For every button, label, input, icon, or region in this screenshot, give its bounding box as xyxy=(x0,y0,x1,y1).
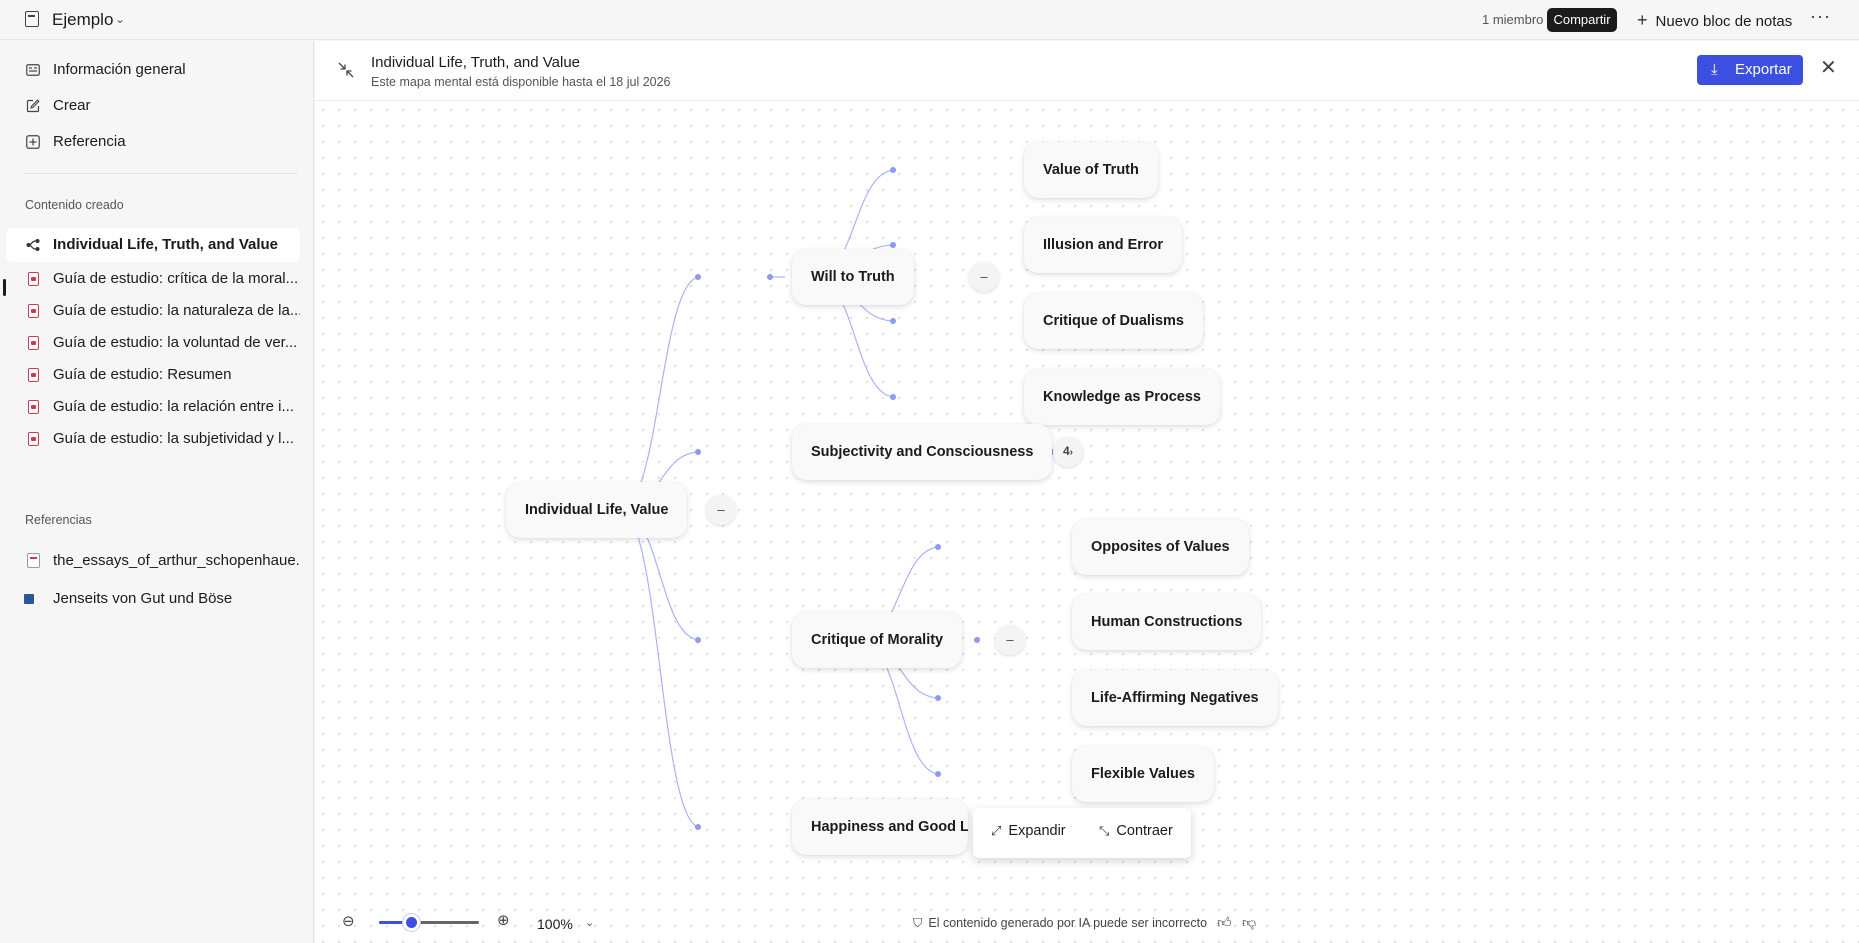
study-guide-icon xyxy=(28,368,39,382)
notebook-icon xyxy=(25,11,39,27)
plus-icon: + xyxy=(1637,10,1648,30)
add-reference-icon xyxy=(26,135,40,149)
top-bar: Ejemplo ⌄ 1 miembro Compartir + Nuevo blo… xyxy=(0,0,1859,40)
sidebar-item-label: Guía de estudio: Resumen xyxy=(53,366,232,383)
study-guide-icon xyxy=(28,336,39,350)
expand-all-button[interactable]: ⤢ Expandir xyxy=(991,823,1066,839)
sidebar-item-label: the_essays_of_arthur_schopenhaue... xyxy=(53,552,300,569)
hidden-children-count: 4 xyxy=(1062,444,1070,458)
close-icon[interactable]: ✕ xyxy=(1820,55,1837,80)
mindmap-node[interactable]: Subjectivity and Consciousness xyxy=(792,424,1053,480)
sidebar-item-study-guide[interactable]: Guía de estudio: Resumen xyxy=(0,358,300,392)
collapse-icon: ⤡ xyxy=(1099,823,1110,838)
sidebar-item-label: Guía de estudio: la relación entre i... xyxy=(53,398,294,415)
sidebar-item-label: Guía de estudio: la naturaleza de la... xyxy=(53,302,300,319)
sidebar-item-reference[interactable]: Referencia xyxy=(0,125,300,159)
sidebar-item-label: Individual Life, Truth, and Value xyxy=(53,236,279,253)
mindmap-node[interactable]: Critique of Dualisms xyxy=(1024,293,1203,349)
sidebar-item-reference-file[interactable]: Jenseits von Gut und Böse xyxy=(0,582,300,616)
sidebar-item-label: Jenseits von Gut und Böse xyxy=(53,590,233,607)
ai-disclaimer-text: El contenido generado por IA puede ser i… xyxy=(928,916,1208,930)
mindmap-node[interactable]: Life-Affirming Negatives xyxy=(1072,670,1278,726)
mindmap-node[interactable]: Illusion and Error xyxy=(1024,217,1183,273)
sidebar-item-label: Guía de estudio: la subjetividad y l... xyxy=(53,430,294,447)
mindmap-node[interactable]: Happiness and Good Life xyxy=(792,799,968,855)
thumbs-up-icon[interactable]: 👍︎ xyxy=(1217,914,1232,931)
mindmap-node[interactable]: Opposites of Values xyxy=(1072,519,1249,575)
new-notebook-label: Nuevo bloc de notas xyxy=(1655,13,1793,30)
new-notebook-button[interactable]: + Nuevo bloc de notas xyxy=(1627,6,1802,34)
zoom-in-icon[interactable]: ⊕ xyxy=(497,911,510,929)
sidebar-item-label: Referencia xyxy=(53,133,126,150)
shield-icon: ⛉ xyxy=(913,916,923,930)
sidebar-item-study-guide[interactable]: Guía de estudio: crítica de la moral... xyxy=(0,262,300,296)
chevron-down-icon[interactable]: ⌄ xyxy=(585,916,594,929)
share-button[interactable]: Compartir xyxy=(1547,8,1617,32)
mindmap-node[interactable]: Will to Truth xyxy=(792,249,914,305)
overview-icon xyxy=(26,64,40,76)
study-guide-icon xyxy=(28,400,39,414)
study-guide-icon xyxy=(28,272,39,286)
collapse-all-button[interactable]: ⤡ Contraer xyxy=(1099,823,1173,839)
study-guide-icon xyxy=(28,432,39,446)
ai-disclaimer: ⛉ El contenido generado por IA puede ser … xyxy=(913,916,1207,931)
mindmap-availability: Este mapa mental está disponible hasta e… xyxy=(371,75,671,89)
edit-icon xyxy=(26,99,40,113)
sidebar-item-study-guide[interactable]: Guía de estudio: la subjetividad y l... xyxy=(0,422,300,456)
sidebar-item-study-guide[interactable]: Guía de estudio: la naturaleza de la... xyxy=(0,294,300,328)
expand-icon: ⤢ xyxy=(991,823,1002,838)
collapse-panel-icon[interactable] xyxy=(337,61,355,84)
zoom-slider[interactable] xyxy=(379,914,479,931)
mindmap-node[interactable]: Human Constructions xyxy=(1072,594,1262,650)
collapse-label: Contraer xyxy=(1116,823,1173,839)
more-options-icon[interactable]: ··· xyxy=(1810,6,1831,27)
mindmap-node[interactable]: Flexible Values xyxy=(1072,746,1214,802)
chevron-right-icon: › xyxy=(1069,447,1074,458)
download-icon: ⤓ xyxy=(1711,61,1718,78)
mindmap-title: Individual Life, Truth, and Value xyxy=(371,54,581,71)
study-guide-icon xyxy=(28,304,39,318)
mindmap-header: Individual Life, Truth, and Value Este m… xyxy=(315,41,1859,101)
expand-toggle[interactable]: 4› xyxy=(1053,437,1083,467)
mindmap-panel: Individual Life, Truth, and Value Este m… xyxy=(315,41,1859,943)
export-label: Exportar xyxy=(1735,61,1792,78)
references-heading: Referencias xyxy=(25,513,92,527)
notebook-title[interactable]: Ejemplo xyxy=(52,10,113,30)
zoom-level[interactable]: 100% xyxy=(537,916,573,932)
word-file-icon xyxy=(24,591,40,606)
mindmap-node[interactable]: Value of Truth xyxy=(1024,142,1158,198)
sidebar-item-label: Guía de estudio: la voluntad de ver... xyxy=(53,334,298,351)
sidebar-item-create[interactable]: Crear xyxy=(0,89,300,123)
sidebar-item-reference-file[interactable]: the_essays_of_arthur_schopenhaue... xyxy=(0,544,300,578)
created-content-heading: Contenido creado xyxy=(25,198,124,212)
mindmap-node[interactable]: Critique of Morality xyxy=(792,612,963,668)
zoom-slider-thumb[interactable] xyxy=(403,914,420,931)
mindmap-root-node[interactable]: Individual Life, Value xyxy=(506,482,688,538)
collapse-toggle[interactable]: – xyxy=(969,262,999,292)
sidebar-divider xyxy=(24,173,298,174)
sidebar-item-mindmap[interactable]: Individual Life, Truth, and Value xyxy=(6,228,300,262)
sidebar-item-label: Crear xyxy=(53,97,91,114)
sidebar-item-label: Información general xyxy=(53,61,186,78)
export-button[interactable]: ⤓ Exportar xyxy=(1697,55,1803,85)
mindmap-icon xyxy=(26,239,40,251)
members-count[interactable]: 1 miembro xyxy=(1482,12,1543,27)
sidebar-item-overview[interactable]: Información general xyxy=(0,53,300,87)
sidebar-item-study-guide[interactable]: Guía de estudio: la voluntad de ver... xyxy=(0,326,300,360)
chevron-down-icon[interactable]: ⌄ xyxy=(115,12,125,26)
collapse-toggle[interactable]: – xyxy=(995,625,1025,655)
zoom-out-icon[interactable]: ⊖ xyxy=(342,912,355,930)
sidebar-item-study-guide[interactable]: Guía de estudio: la relación entre i... xyxy=(0,390,300,424)
sidebar: Información general Crear Referencia Con… xyxy=(0,41,314,943)
expand-label: Expandir xyxy=(1008,823,1066,839)
mindmap-canvas[interactable]: Individual Life, Value – Will to Truth –… xyxy=(315,102,1859,943)
thumbs-down-icon[interactable]: 👎︎ xyxy=(1242,914,1256,931)
expand-collapse-menu: ⤢ Expandir ⤡ Contraer xyxy=(973,808,1191,858)
collapse-toggle[interactable]: – xyxy=(706,495,736,525)
mindmap-node[interactable]: Knowledge as Process xyxy=(1024,369,1220,425)
pdf-file-icon xyxy=(27,553,40,568)
sidebar-item-label: Guía de estudio: crítica de la moral... xyxy=(53,270,299,287)
